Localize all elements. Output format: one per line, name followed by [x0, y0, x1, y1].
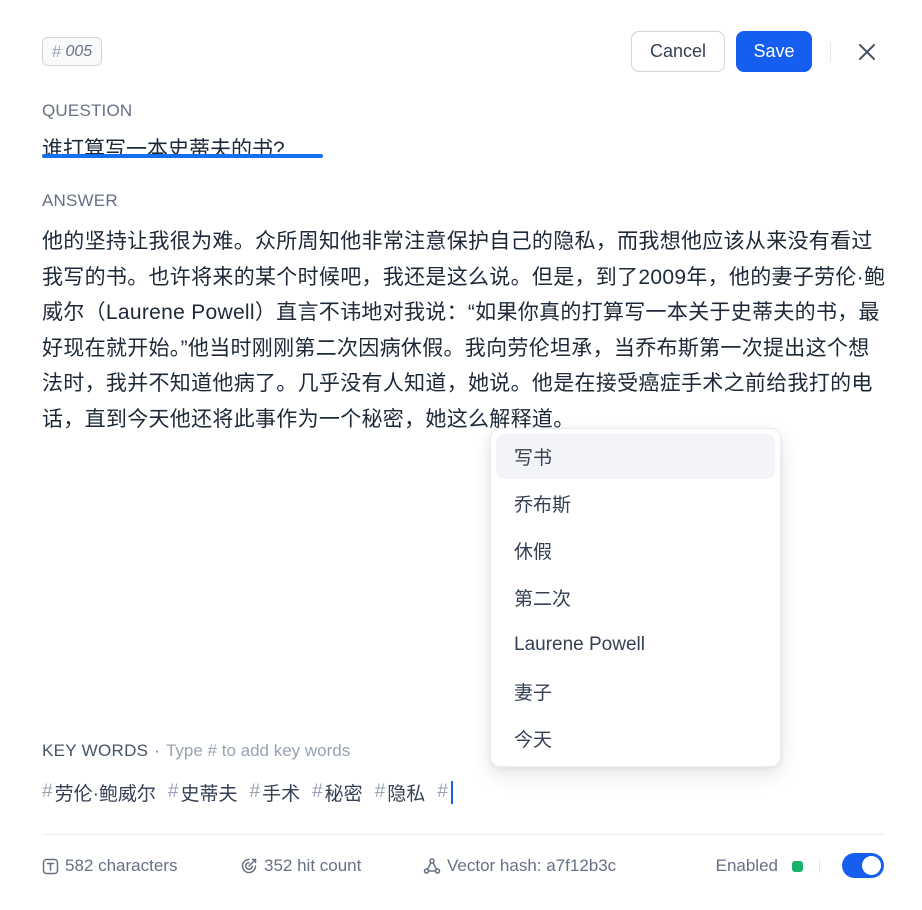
hash-icon: # [249, 781, 261, 802]
target-icon [240, 857, 258, 875]
hash-icon: # [374, 781, 386, 802]
keywords-hint: Type # to add key words [165, 741, 351, 760]
keyword-tag-label: 史蒂夫 [180, 783, 238, 805]
vector-hash-text: Vector hash: a7f12b3c [447, 856, 617, 875]
footer-bar: 582 characters 352 hit count Vector hash… [42, 852, 884, 880]
suggestion-item[interactable]: 妻子 [496, 669, 775, 714]
hash-icon: # [167, 781, 179, 802]
status-dot [792, 860, 803, 872]
enabled-label: Enabled [715, 856, 778, 875]
answer-label: ANSWER [42, 191, 118, 210]
keywords-header: KEY WORDS · Type # to add key words [42, 741, 350, 761]
text-caret [450, 780, 453, 804]
suggestion-item[interactable]: 第二次 [496, 575, 775, 620]
keywords-label: KEY WORDS [42, 741, 149, 760]
character-count-text: 582 characters [65, 856, 178, 875]
keyword-tag[interactable]: # 手术 [250, 779, 301, 806]
status-divider [819, 859, 820, 873]
save-button[interactable]: Save [736, 31, 812, 72]
answer-textarea[interactable]: 他的坚持让我很为难。众所周知他非常注意保护自己的隐私，而我想他应该从来没有看过我… [42, 224, 888, 437]
hash-icon: # [52, 41, 62, 61]
keyword-tag-label: 劳伦·鲍威尔 [54, 783, 156, 805]
keyword-tag[interactable]: # 劳伦·鲍威尔 [42, 779, 156, 806]
top-bar: # 005 Cancel Save [42, 31, 884, 73]
segment-id: 005 [65, 42, 93, 60]
question-focus-underline [42, 154, 323, 158]
enabled-status: Enabled [716, 852, 820, 880]
vector-nodes-icon [423, 857, 441, 875]
text-box-icon [42, 858, 59, 875]
hash-icon: # [42, 781, 53, 802]
keyword-tag[interactable]: # 秘密 [312, 779, 363, 806]
hit-count-text: 352 hit count [264, 856, 362, 875]
suggestion-item[interactable]: Laurene Powell [496, 622, 775, 667]
new-keyword-input[interactable]: # [437, 780, 453, 804]
hit-count: 352 hit count [240, 852, 361, 880]
suggestion-item[interactable]: 今天 [496, 716, 775, 761]
character-count: 582 characters [42, 852, 177, 880]
keywords-input[interactable]: # 劳伦·鲍威尔 # 史蒂夫 # 手术 # 秘密 # 隐私 # [42, 778, 453, 806]
suggestion-item[interactable]: 乔布斯 [496, 481, 775, 526]
suggestion-item[interactable]: 休假 [496, 528, 775, 573]
keyword-tag[interactable]: # 史蒂夫 [168, 779, 238, 806]
question-input[interactable]: 谁打算写一本史蒂夫的书? [42, 133, 285, 163]
keywords-separator: · [154, 741, 160, 760]
keyword-tag-label: 手术 [262, 783, 301, 805]
keyword-tag[interactable]: # 隐私 [375, 779, 426, 806]
segment-id-badge: # 005 [42, 37, 103, 66]
footer-divider [42, 834, 884, 835]
keyword-tag-label: 隐私 [387, 783, 426, 805]
header-divider [830, 42, 831, 62]
question-label: QUESTION [42, 101, 133, 120]
hash-icon: # [437, 781, 448, 802]
cancel-button[interactable]: Cancel [631, 31, 725, 72]
close-icon[interactable] [854, 39, 880, 65]
vector-hash: Vector hash: a7f12b3c [423, 852, 616, 880]
keyword-suggestion-dropdown: 写书 乔布斯 休假 第二次 Laurene Powell 妻子 今天 [490, 428, 781, 767]
toggle-knob [862, 856, 881, 875]
suggestion-item[interactable]: 写书 [496, 434, 775, 479]
hash-icon: # [312, 781, 323, 802]
keyword-tag-label: 秘密 [324, 783, 363, 805]
enabled-toggle[interactable] [842, 853, 884, 878]
